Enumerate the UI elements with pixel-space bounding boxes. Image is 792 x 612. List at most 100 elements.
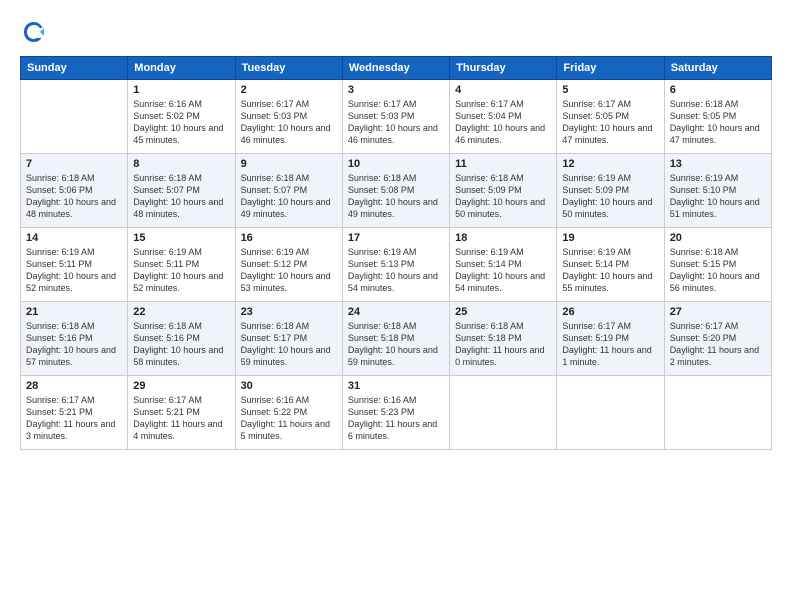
day-info: Sunrise: 6:18 AMSunset: 5:07 PMDaylight:… [241,172,337,221]
day-info: Sunrise: 6:17 AMSunset: 5:03 PMDaylight:… [348,98,444,147]
calendar-cell: 13 Sunrise: 6:19 AMSunset: 5:10 PMDayligh… [664,154,771,228]
calendar-week-5: 28 Sunrise: 6:17 AMSunset: 5:21 PMDayligh… [21,376,772,450]
day-number: 22 [133,306,229,318]
calendar-cell: 5 Sunrise: 6:17 AMSunset: 5:05 PMDaylight… [557,80,664,154]
day-info: Sunrise: 6:18 AMSunset: 5:06 PMDaylight:… [26,172,122,221]
calendar-cell: 27Sunrise: 6:17 AMSunset: 5:20 PMDayligh… [664,302,771,376]
logo [20,18,52,46]
day-number: 19 [562,232,658,244]
day-info: Sunrise: 6:19 AMSunset: 5:14 PMDaylight:… [562,246,658,295]
weekday-wednesday: Wednesday [342,57,449,80]
calendar-cell: 2 Sunrise: 6:17 AMSunset: 5:03 PMDaylight… [235,80,342,154]
day-number: 23 [241,306,337,318]
day-number: 9 [241,158,337,170]
day-info: Sunrise: 6:17 AMSunset: 5:04 PMDaylight:… [455,98,551,147]
calendar-cell: 1Sunrise: 6:16 AMSunset: 5:02 PMDaylight… [128,80,235,154]
day-number: 20 [670,232,766,244]
day-info: Sunrise: 6:18 AMSunset: 5:18 PMDaylight:… [348,320,444,369]
weekday-saturday: Saturday [664,57,771,80]
day-info: Sunrise: 6:18 AMSunset: 5:16 PMDaylight:… [26,320,122,369]
calendar-cell: 29 Sunrise: 6:17 AMSunset: 5:21 PMDayligh… [128,376,235,450]
day-info: Sunrise: 6:17 AMSunset: 5:05 PMDaylight:… [562,98,658,147]
calendar-week-1: 1Sunrise: 6:16 AMSunset: 5:02 PMDaylight… [21,80,772,154]
weekday-sunday: Sunday [21,57,128,80]
day-number: 30 [241,380,337,392]
day-number: 11 [455,158,551,170]
calendar-week-4: 21 Sunrise: 6:18 AMSunset: 5:16 PMDayligh… [21,302,772,376]
calendar-cell: 25Sunrise: 6:18 AMSunset: 5:18 PMDayligh… [450,302,557,376]
calendar-cell: 18 Sunrise: 6:19 AMSunset: 5:14 PMDayligh… [450,228,557,302]
weekday-header-row: SundayMondayTuesdayWednesdayThursdayFrid… [21,57,772,80]
calendar-week-2: 7Sunrise: 6:18 AMSunset: 5:06 PMDaylight… [21,154,772,228]
day-number: 27 [670,306,766,318]
calendar-cell [664,376,771,450]
day-number: 24 [348,306,444,318]
calendar-cell: 17 Sunrise: 6:19 AMSunset: 5:13 PMDayligh… [342,228,449,302]
day-number: 4 [455,84,551,96]
day-number: 1 [133,84,229,96]
day-info: Sunrise: 6:18 AMSunset: 5:16 PMDaylight:… [133,320,229,369]
day-info: Sunrise: 6:17 AMSunset: 5:03 PMDaylight:… [241,98,337,147]
day-number: 17 [348,232,444,244]
day-number: 18 [455,232,551,244]
calendar-cell: 12Sunrise: 6:19 AMSunset: 5:09 PMDayligh… [557,154,664,228]
day-info: Sunrise: 6:17 AMSunset: 5:21 PMDaylight:… [26,394,122,443]
day-number: 16 [241,232,337,244]
calendar-cell: 31 Sunrise: 6:16 AMSunset: 5:23 PMDayligh… [342,376,449,450]
calendar-cell: 3 Sunrise: 6:17 AMSunset: 5:03 PMDaylight… [342,80,449,154]
day-number: 26 [562,306,658,318]
day-number: 28 [26,380,122,392]
day-number: 10 [348,158,444,170]
calendar-week-3: 14Sunrise: 6:19 AMSunset: 5:11 PMDayligh… [21,228,772,302]
day-number: 13 [670,158,766,170]
calendar-cell: 26 Sunrise: 6:17 AMSunset: 5:19 PMDayligh… [557,302,664,376]
calendar-cell: 8Sunrise: 6:18 AMSunset: 5:07 PMDaylight… [128,154,235,228]
day-info: Sunrise: 6:18 AMSunset: 5:17 PMDaylight:… [241,320,337,369]
calendar-cell: 23 Sunrise: 6:18 AMSunset: 5:17 PMDayligh… [235,302,342,376]
calendar-cell: 22 Sunrise: 6:18 AMSunset: 5:16 PMDayligh… [128,302,235,376]
day-info: Sunrise: 6:16 AMSunset: 5:23 PMDaylight:… [348,394,444,443]
day-info: Sunrise: 6:17 AMSunset: 5:21 PMDaylight:… [133,394,229,443]
day-info: Sunrise: 6:19 AMSunset: 5:10 PMDaylight:… [670,172,766,221]
calendar-table: SundayMondayTuesdayWednesdayThursdayFrid… [20,56,772,450]
weekday-friday: Friday [557,57,664,80]
calendar-cell: 20 Sunrise: 6:18 AMSunset: 5:15 PMDayligh… [664,228,771,302]
calendar-cell: 11 Sunrise: 6:18 AMSunset: 5:09 PMDayligh… [450,154,557,228]
day-number: 5 [562,84,658,96]
day-info: Sunrise: 6:18 AMSunset: 5:15 PMDaylight:… [670,246,766,295]
calendar-cell: 14Sunrise: 6:19 AMSunset: 5:11 PMDayligh… [21,228,128,302]
day-info: Sunrise: 6:18 AMSunset: 5:18 PMDaylight:… [455,320,551,369]
day-info: Sunrise: 6:19 AMSunset: 5:14 PMDaylight:… [455,246,551,295]
calendar-cell: 6 Sunrise: 6:18 AMSunset: 5:05 PMDaylight… [664,80,771,154]
calendar-cell: 28 Sunrise: 6:17 AMSunset: 5:21 PMDayligh… [21,376,128,450]
calendar-cell: 19 Sunrise: 6:19 AMSunset: 5:14 PMDayligh… [557,228,664,302]
weekday-tuesday: Tuesday [235,57,342,80]
day-info: Sunrise: 6:19 AMSunset: 5:13 PMDaylight:… [348,246,444,295]
day-info: Sunrise: 6:18 AMSunset: 5:09 PMDaylight:… [455,172,551,221]
calendar-cell: 24 Sunrise: 6:18 AMSunset: 5:18 PMDayligh… [342,302,449,376]
calendar-cell: 30Sunrise: 6:16 AMSunset: 5:22 PMDayligh… [235,376,342,450]
day-number: 6 [670,84,766,96]
day-number: 21 [26,306,122,318]
calendar-cell: 10 Sunrise: 6:18 AMSunset: 5:08 PMDayligh… [342,154,449,228]
calendar-cell [450,376,557,450]
page: SundayMondayTuesdayWednesdayThursdayFrid… [0,0,792,612]
day-info: Sunrise: 6:18 AMSunset: 5:08 PMDaylight:… [348,172,444,221]
day-info: Sunrise: 6:18 AMSunset: 5:05 PMDaylight:… [670,98,766,147]
day-number: 2 [241,84,337,96]
day-number: 15 [133,232,229,244]
logo-icon [20,18,48,46]
calendar-cell [21,80,128,154]
calendar-cell: 7Sunrise: 6:18 AMSunset: 5:06 PMDaylight… [21,154,128,228]
day-info: Sunrise: 6:19 AMSunset: 5:09 PMDaylight:… [562,172,658,221]
day-info: Sunrise: 6:19 AMSunset: 5:12 PMDaylight:… [241,246,337,295]
day-number: 29 [133,380,229,392]
weekday-thursday: Thursday [450,57,557,80]
day-number: 8 [133,158,229,170]
day-number: 3 [348,84,444,96]
day-info: Sunrise: 6:17 AMSunset: 5:19 PMDaylight:… [562,320,658,369]
header [20,18,772,46]
calendar-cell: 15Sunrise: 6:19 AMSunset: 5:11 PMDayligh… [128,228,235,302]
calendar-cell [557,376,664,450]
day-number: 31 [348,380,444,392]
